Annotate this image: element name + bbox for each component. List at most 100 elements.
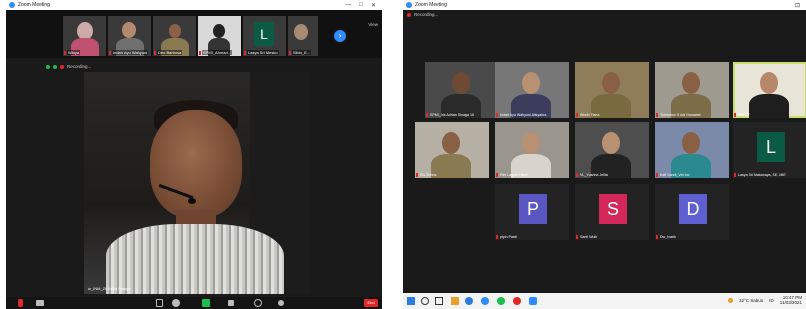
participant-tile[interactable]: D Dw_Inarik [655, 184, 729, 240]
speaker-face [150, 110, 242, 218]
zoom-window-speaker-view: Zoom Meeting — □ ✕ Winya Indah Ayu Wahyu… [6, 0, 382, 309]
participant-tile[interactable]: Ppipin Pardi [495, 184, 569, 240]
share-screen-button[interactable] [202, 299, 210, 307]
maximize-button[interactable]: □ [359, 2, 363, 9]
title-bar: Zoom Meeting — □ ✕ [6, 0, 382, 10]
file-explorer-icon[interactable] [451, 297, 459, 305]
participant-thumbnail[interactable]: Winya [63, 16, 106, 56]
participant-tile[interactable]: VL_Yusrina Jelita [575, 122, 649, 178]
edge-icon[interactable] [465, 297, 473, 305]
muted-mic-icon [656, 173, 658, 177]
participant-face [682, 72, 700, 94]
recording-indicator: Recording... [46, 64, 91, 69]
speaker-name: w_INM_Z6 Arliia Sinaga [88, 286, 131, 291]
participant-name: Deo Barbosa [157, 50, 183, 55]
muted-mic-icon [416, 173, 418, 177]
muted-mic-icon [244, 51, 246, 55]
participant-tile[interactable]: Tomorrow S Adi Gunawat [655, 62, 729, 118]
participant-tile[interactable]: Wiwin Tiana [575, 62, 649, 118]
participant-name: Lasya Sri Mesko [247, 50, 279, 55]
participant-body [431, 154, 471, 178]
participant-thumbnail[interactable]: Indah Ayu Wahyuni [108, 16, 151, 56]
muted-mic-icon [576, 173, 578, 177]
input-language[interactable]: ID [769, 298, 774, 303]
participant-name: SMK_T [738, 113, 750, 117]
windows-taskbar: 32°C Sabun ID 10:47 PM 11/03/2021 [403, 293, 806, 309]
muted-mic-icon [109, 51, 111, 55]
view-button[interactable]: View [368, 22, 378, 27]
unmute-button[interactable] [18, 299, 23, 307]
participant-tile[interactable]: SPMI_Iris Adrian Sinaga 16 [425, 62, 499, 118]
avatar-letter: D [679, 194, 707, 224]
title-bar: Zoom Meeting ⊡ [403, 0, 806, 10]
participant-name: Indah Ayu Wahyuni Alisyahra [500, 113, 547, 117]
participant-tile[interactable]: Indah Ayu Wahyuni Alisyahra [495, 62, 569, 118]
close-button[interactable]: ✕ [371, 2, 376, 9]
participant-name: Sibin_E... [292, 50, 312, 55]
system-tray: 32°C Sabun ID 10:47 PM 11/03/2021 [727, 295, 802, 305]
search-icon[interactable] [421, 297, 429, 305]
record-dot-icon [407, 12, 411, 17]
muted-mic-icon [426, 113, 428, 117]
recording-indicator: Recording... [407, 12, 438, 17]
participant-thumbnail[interactable]: Sibin_E... [288, 16, 318, 56]
chrome-icon[interactable] [497, 297, 505, 305]
participant-tile[interactable]: Kafi Sandi_Vet Inc [655, 122, 729, 178]
muted-mic-icon [496, 235, 498, 239]
participant-name: SPMI_Ahmad... [202, 50, 233, 55]
participant-name: Winya [67, 50, 81, 55]
muted-mic-icon [496, 173, 498, 177]
participant-tile[interactable]: SMK_T [733, 62, 806, 118]
participant-name: Elu Zuhria [420, 173, 437, 177]
chat-button[interactable] [228, 300, 234, 306]
participant-face [682, 132, 700, 154]
participant-name: Santi Wulli [580, 235, 597, 239]
participant-name: Rini Lagoni Hardi [500, 173, 528, 177]
signal-icon [53, 64, 57, 69]
muted-mic-icon [576, 113, 578, 117]
participant-tile[interactable]: Elu Zuhria [415, 122, 489, 178]
window-title: Zoom Meeting [18, 2, 50, 8]
participant-tile[interactable]: S Santi Wulli [575, 184, 649, 240]
participant-name: Wiwin Tiana [580, 113, 600, 117]
clock[interactable]: 10:47 PM 11/03/2021 [780, 295, 802, 305]
app-icon[interactable] [513, 297, 521, 305]
participant-name: pipin Pardi [500, 235, 517, 239]
participant-thumbnail[interactable]: L Lasya Sri Mesko [243, 16, 286, 56]
participant-face [522, 72, 540, 94]
participant-face [442, 132, 460, 154]
next-page-button[interactable]: › [334, 30, 346, 42]
participant-strip: Winya Indah Ayu Wahyuni Deo Barbosa SPMI… [6, 10, 382, 58]
reactions-button[interactable] [278, 300, 284, 306]
participant-thumbnail[interactable]: Deo Barbosa [153, 16, 196, 56]
zoom-taskbar-icon[interactable] [481, 297, 489, 305]
participant-name: SPMI_Iris Adrian Sinaga 16 [430, 113, 474, 117]
participant-body [749, 94, 789, 118]
zoom-window-gallery-view: Zoom Meeting ⊡ Recording... SPMI_Iris Ad… [403, 0, 806, 309]
minimize-button[interactable]: — [345, 2, 351, 9]
task-view-icon[interactable] [435, 297, 443, 305]
clock-date: 11/03/2021 [779, 300, 802, 305]
video-button[interactable] [36, 300, 44, 306]
weather-icon [727, 297, 733, 303]
start-icon[interactable] [407, 297, 415, 305]
shield-icon [46, 64, 50, 69]
participant-tile[interactable]: Rini Lagoni Hardi [495, 122, 569, 178]
security-button[interactable] [156, 299, 163, 307]
fullscreen-button[interactable]: ⊡ [795, 2, 800, 9]
meet-icon[interactable] [529, 297, 537, 305]
active-speaker-video: w_INM_Z6 Arliia Sinaga [84, 72, 310, 294]
participant-thumbnail[interactable]: SPMI_Ahmad... [198, 16, 241, 56]
participant-tile[interactable]: L Lasya Sri Makanaya, SE, MIE [733, 122, 806, 178]
end-meeting-button[interactable]: End [364, 299, 378, 307]
muted-mic-icon [656, 235, 658, 239]
participant-face [760, 72, 778, 94]
window-title: Zoom Meeting [415, 2, 447, 8]
zoom-logo-icon [9, 2, 15, 8]
muted-mic-icon [289, 51, 291, 55]
record-button[interactable] [254, 299, 262, 307]
muted-mic-icon [656, 113, 658, 117]
meeting-toolbar: End [6, 297, 382, 309]
participants-button[interactable] [172, 299, 180, 307]
participant-face [522, 132, 540, 154]
